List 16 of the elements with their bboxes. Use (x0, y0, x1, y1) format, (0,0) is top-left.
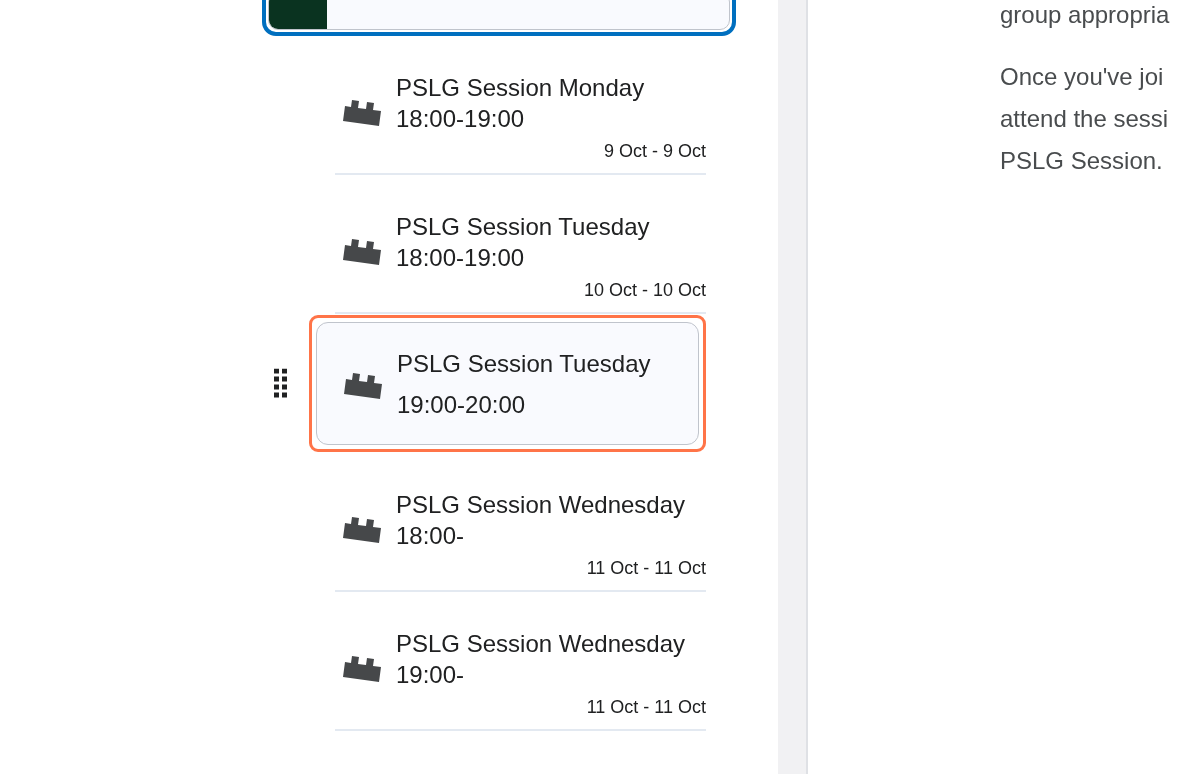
session-dates: 9 Oct - 9 Oct (602, 140, 706, 163)
session-title[interactable]: PSLG Session Wednesday 19:00- (396, 628, 686, 690)
session-dates: 11 Oct - 11 Oct (585, 696, 706, 719)
description-text: PSLG Session. (1000, 146, 1164, 176)
session-dates: 10 Oct - 10 Oct (582, 279, 706, 302)
description-text: Once you've joi (1000, 62, 1165, 92)
drag-handle-icon[interactable] (274, 368, 288, 399)
description-text: group appropria (1000, 0, 1171, 30)
session-item[interactable]: PSLG Session Tuesday 19:00-20:00 (309, 315, 706, 452)
description-text: attend the sessi (1000, 104, 1170, 134)
list-item-card[interactable] (262, 0, 736, 36)
session-title[interactable]: PSLG Session Tuesday 18:00-19:00 (396, 211, 686, 273)
session-dates: 11 Oct - 11 Oct (585, 557, 706, 580)
session-title[interactable]: PSLG Session Monday 18:00-19:00 (396, 72, 686, 134)
session-title[interactable]: PSLG Session Wednesday 18:00- (396, 489, 686, 551)
session-title: PSLG Session Tuesday 19:00-20:00 (397, 348, 652, 420)
